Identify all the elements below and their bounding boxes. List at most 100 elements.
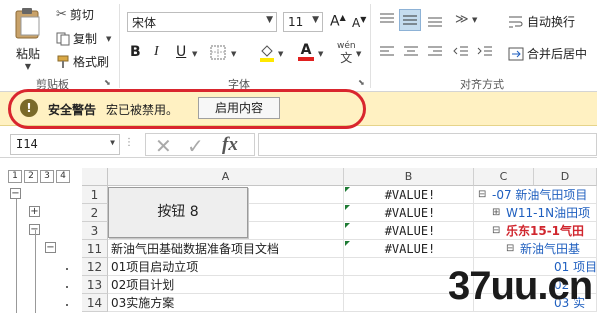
- row-header[interactable]: 14: [82, 294, 108, 312]
- row-header[interactable]: 11: [82, 240, 108, 258]
- enter-icon[interactable]: ✓: [187, 134, 204, 158]
- watermark: 37uu.cn: [448, 264, 593, 308]
- column-header-b[interactable]: B: [344, 168, 474, 186]
- paste-button[interactable]: 粘贴 ▼: [6, 4, 50, 71]
- align-right-icon[interactable]: [426, 44, 444, 60]
- row-header[interactable]: 2: [82, 204, 108, 222]
- row-header[interactable]: 13: [82, 276, 108, 294]
- align-top-icon[interactable]: [378, 12, 396, 28]
- cell-a[interactable]: 新油气田基础数据准备项目文档: [108, 240, 344, 258]
- borders-icon[interactable]: [210, 45, 228, 61]
- chevron-down-icon: ▼: [24, 62, 32, 71]
- error-indicator: [345, 205, 350, 210]
- fill-color-icon[interactable]: [258, 43, 276, 63]
- chevron-down-icon[interactable]: ▼: [192, 50, 197, 58]
- font-name-combo[interactable]: 宋体 ▼: [127, 12, 277, 32]
- dialog-launcher-icon[interactable]: ⬊: [358, 78, 365, 87]
- tree-collapse-icon[interactable]: ⊟: [478, 189, 486, 200]
- merge-center-icon: [508, 47, 524, 60]
- cell-b[interactable]: #VALUE!: [344, 240, 474, 258]
- more-icon: ⋮: [124, 137, 134, 148]
- tree-collapse-icon[interactable]: ⊟: [492, 225, 500, 236]
- chevron-down-icon[interactable]: ▼: [231, 50, 236, 58]
- ribbon: 粘贴 ▼ ✂ 剪切 复制 ▼ 格式刷 剪贴板 ⬊ 宋体 ▼ 11 ▼ A▲ A▼…: [0, 0, 597, 92]
- chevron-down-icon: ▼: [312, 15, 319, 25]
- grow-font-button[interactable]: A▲: [330, 13, 346, 30]
- wrap-text-icon: [509, 16, 523, 27]
- chevron-down-icon[interactable]: ▼: [318, 50, 323, 58]
- collapse-button[interactable]: −: [10, 188, 21, 199]
- shrink-font-label: A: [352, 16, 361, 30]
- outline-dot: [66, 268, 68, 270]
- font-name-value: 宋体: [132, 15, 157, 30]
- font-color-button[interactable]: A: [298, 42, 314, 61]
- cell-a[interactable]: 03实施方案: [108, 294, 344, 312]
- name-box[interactable]: I14 ▼: [10, 134, 120, 155]
- chevron-down-icon[interactable]: ▼: [356, 50, 361, 58]
- scissors-icon: ✂: [56, 7, 67, 22]
- cell-b[interactable]: #VALUE!: [344, 204, 474, 222]
- cut-button[interactable]: ✂ 剪切: [56, 6, 94, 23]
- format-painter-button[interactable]: 格式刷: [56, 53, 109, 70]
- outline-level-1[interactable]: 1: [8, 170, 22, 183]
- chevron-down-icon: ▼: [106, 34, 112, 43]
- align-bottom-icon[interactable]: [426, 12, 444, 28]
- copy-icon: [56, 32, 70, 45]
- cell-b[interactable]: #VALUE!: [344, 222, 474, 240]
- collapse-button[interactable]: −: [45, 242, 56, 253]
- dialog-launcher-icon[interactable]: ⬊: [104, 78, 111, 87]
- merge-center-label: 合并后居中: [527, 47, 588, 61]
- tree-collapse-icon[interactable]: ⊟: [506, 243, 514, 254]
- bold-button[interactable]: B: [130, 44, 141, 60]
- underline-button[interactable]: U: [176, 44, 186, 60]
- column-header-c[interactable]: C: [474, 168, 534, 186]
- insert-function-button[interactable]: fx: [222, 134, 238, 156]
- align-middle-button[interactable]: [399, 9, 421, 31]
- formula-input[interactable]: [258, 133, 597, 156]
- row-header[interactable]: 12: [82, 258, 108, 276]
- row-header[interactable]: 3: [82, 222, 108, 240]
- error-indicator: [345, 223, 350, 228]
- merge-center-button[interactable]: 合并后居中: [508, 45, 587, 62]
- cell-a[interactable]: 01项目启动立项: [108, 258, 344, 276]
- outline-level-2[interactable]: 2: [24, 170, 38, 183]
- cell-a[interactable]: 02项目计划: [108, 276, 344, 294]
- cell-c[interactable]: 新油气田基: [474, 240, 597, 258]
- grow-font-label: A: [330, 13, 340, 30]
- column-header-d[interactable]: D: [534, 168, 597, 186]
- form-button-8[interactable]: 按钮 8: [108, 187, 248, 238]
- align-center-icon[interactable]: [402, 44, 420, 60]
- shrink-font-button[interactable]: A▼: [352, 15, 366, 30]
- expand-button[interactable]: +: [29, 206, 40, 217]
- copy-button[interactable]: 复制 ▼: [56, 30, 111, 47]
- increase-indent-icon[interactable]: [476, 44, 494, 60]
- cancel-icon[interactable]: ✕: [155, 134, 172, 158]
- select-all-corner[interactable]: [82, 168, 108, 186]
- phonetic-button[interactable]: wén 文: [337, 41, 356, 66]
- form-button-label: 按钮 8: [157, 204, 199, 220]
- alignment-group-label: 对齐方式: [460, 78, 504, 91]
- column-header-a[interactable]: A: [108, 168, 344, 186]
- font-size-combo[interactable]: 11 ▼: [283, 12, 323, 32]
- outline-dot: [66, 304, 68, 306]
- decrease-indent-icon[interactable]: [452, 44, 470, 60]
- row-header[interactable]: 1: [82, 186, 108, 204]
- italic-button[interactable]: I: [154, 44, 159, 60]
- cell-c-text: 新油气田基: [520, 242, 581, 256]
- wrap-text-button[interactable]: 自动换行: [508, 13, 575, 30]
- chevron-down-icon[interactable]: ▼: [110, 138, 115, 147]
- cell-b[interactable]: #VALUE!: [344, 186, 474, 204]
- cell-c-text: 乐东15-1气田: [506, 224, 585, 238]
- tree-expand-icon[interactable]: ⊞: [492, 207, 500, 218]
- chevron-down-icon[interactable]: ▼: [278, 50, 283, 58]
- orientation-icon[interactable]: ≫: [455, 12, 469, 27]
- align-left-icon[interactable]: [378, 44, 396, 60]
- chevron-down-icon[interactable]: ▼: [472, 16, 477, 24]
- cell-c[interactable]: -07 新油气田项目: [474, 186, 597, 204]
- align-middle-icon: [403, 15, 417, 25]
- outline-line: [16, 194, 17, 313]
- outline-level-3[interactable]: 3: [40, 170, 54, 183]
- outline-level-4[interactable]: 4: [56, 170, 70, 183]
- outline-dot: [66, 286, 68, 288]
- formula-bar: I14 ▼ ⋮ ✕ ✓ fx: [0, 130, 597, 158]
